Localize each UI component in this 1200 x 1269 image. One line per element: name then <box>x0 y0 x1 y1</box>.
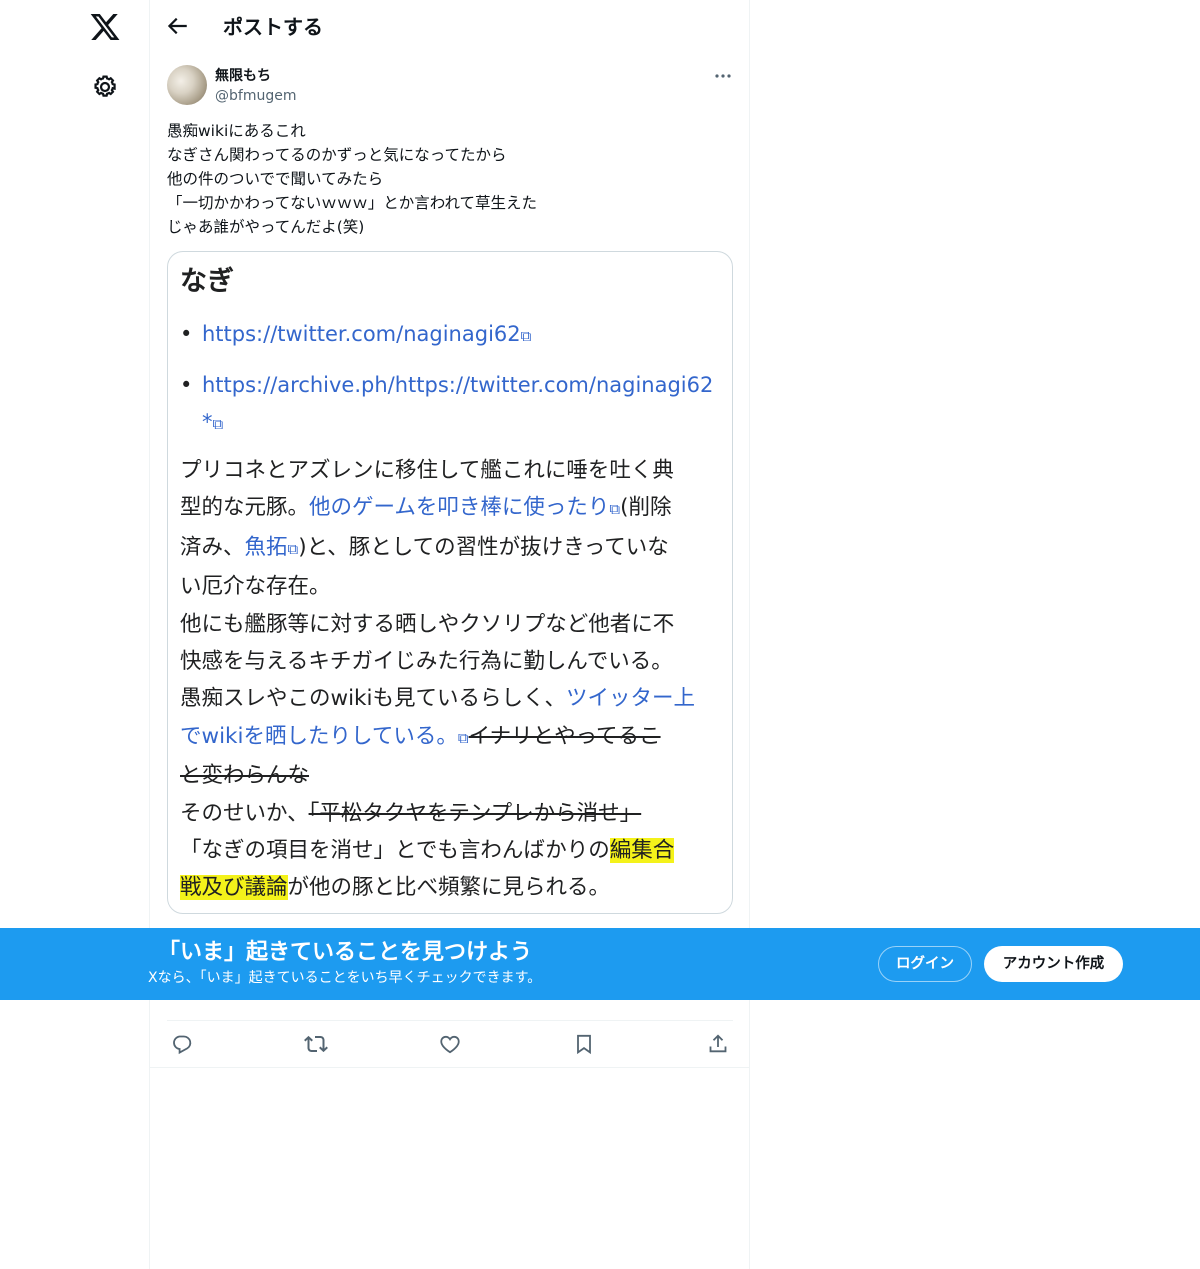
wiki-line: い厄介な存在。 <box>180 568 720 605</box>
create-account-button[interactable]: アカウント作成 <box>984 946 1123 982</box>
banner-title: 「いま」起きていることを見つけよう <box>158 940 533 965</box>
main-column: ポストする 無限もち @bfmugem 愚痴wikiにあるこれ なぎさん関わって… <box>149 0 750 1269</box>
wiki-link: https://twitter.com/naginagi62 <box>202 322 521 346</box>
wiki-strike-text: 「平松タクヤをテンプレから消せ」 <box>308 800 642 826</box>
wiki-line: 愚痴スレやこのwikiも見ているらしく、ツイッター上 <box>180 680 720 717</box>
gear-icon[interactable] <box>91 73 119 101</box>
wiki-text: (削除 <box>620 495 672 521</box>
wiki-text: 他にも艦豚等に対する晒しやクソリプなど他者に不 <box>180 611 675 637</box>
external-link-icon: ⧉ <box>212 415 224 433</box>
left-rail <box>0 0 149 1269</box>
banner-subtitle: Xなら、「いま」起きていることをいち早くチェックできます。 <box>148 970 542 986</box>
login-banner: 「いま」起きていることを見つけよう Xなら、「いま」起きていることをいち早くチェ… <box>0 928 1200 1000</box>
external-link-icon: ⧉ <box>287 539 299 558</box>
wiki-line: 他にも艦豚等に対する晒しやクソリプなど他者に不 <box>180 606 720 643</box>
wiki-heading: なぎ <box>180 266 234 297</box>
wiki-highlight-text: 戦及び議論 <box>180 875 288 901</box>
post-text-line: 他の件のついでで聞いてみたら <box>167 170 384 188</box>
share-icon[interactable] <box>706 1032 730 1056</box>
wiki-line: 快感を与えるキチガイじみた行為に勤しんでいる。 <box>180 643 720 680</box>
bullet: • <box>180 373 193 397</box>
wiki-line: 「なぎの項目を消せ」とでも言わんばかりの編集合 <box>180 832 720 869</box>
post-media-image[interactable]: なぎ • https://twitter.com/naginagi62⧉ • htt… <box>167 251 733 914</box>
post-text-line: じゃあ誰がやってんだよ(笑) <box>167 218 365 236</box>
wiki-link: https://archive.ph/https://twitter.com/n… <box>202 373 714 397</box>
wiki-link-item: *⧉ <box>180 404 223 443</box>
action-bar-divider <box>167 1020 733 1021</box>
wiki-text: プリコネとアズレンに移住して艦これに唾を吐く典 <box>180 458 674 483</box>
wiki-strike-text: と変わらんな <box>180 763 310 789</box>
x-logo-icon[interactable] <box>89 11 121 43</box>
external-link-icon: ⧉ <box>520 327 532 345</box>
external-link-icon: ⧉ <box>457 728 469 747</box>
wiki-link: 魚拓 <box>244 534 288 560</box>
back-arrow-icon[interactable] <box>164 13 190 39</box>
wiki-body: プリコネとアズレンに移住して艦これに唾を吐く典 型的な元豚。他のゲームを叩き棒に… <box>180 452 720 907</box>
post-bottom-divider <box>150 1067 749 1068</box>
post-text-line: なぎさん関わってるのかずっと気になってたから <box>167 146 507 164</box>
wiki-line: そのせいか、「平松タクヤをテンプレから消せ」 <box>180 795 720 832</box>
repost-icon[interactable] <box>304 1032 328 1056</box>
wiki-text: い厄介な存在。 <box>180 574 331 600</box>
author-handle[interactable]: @bfmugem <box>215 86 296 106</box>
wiki-line: 型的な元豚。他のゲームを叩き棒に使ったり⧉(削除 <box>180 489 720 528</box>
wiki-link-item: • https://archive.ph/https://twitter.com/… <box>180 367 713 404</box>
wiki-text: が他の豚と比べ頻繁に見られる。 <box>287 875 611 901</box>
wiki-line: 済み、魚拓⧉)と、豚としての習性が抜けきっていな <box>180 529 720 568</box>
wiki-text: 型的な元豚。 <box>180 495 310 521</box>
more-dots-icon[interactable] <box>711 64 735 88</box>
post-text-line: 「一切かかわってないｗｗｗ」とか言われて草生えた <box>167 194 537 212</box>
like-icon[interactable] <box>438 1032 462 1056</box>
post-text-line: 愚痴wikiにあるこれ <box>167 122 306 140</box>
wiki-link: * <box>202 410 213 434</box>
wiki-line: プリコネとアズレンに移住して艦これに唾を吐く典 <box>180 452 720 489</box>
wiki-highlight-text: 編集合 <box>609 838 675 864</box>
top-bar: ポストする <box>150 0 749 53</box>
wiki-line: と変わらんな <box>180 757 720 794</box>
wiki-link: ツイッター上 <box>565 686 695 712</box>
page-title: ポストする <box>223 15 323 39</box>
wiki-text: 「なぎの項目を消せ」とでも言わんばかりの <box>180 838 610 864</box>
wiki-link: 他のゲームを叩き棒に使ったり <box>309 495 610 521</box>
wiki-line: でwikiを晒したりしている。⧉イナリとやってるこ <box>180 718 720 757</box>
wiki-text: 済み、 <box>180 534 245 560</box>
post-text: 愚痴wikiにあるこれ なぎさん関わってるのかずっと気になってたから 他の件のつ… <box>167 119 727 239</box>
login-button[interactable]: ログイン <box>878 946 972 982</box>
wiki-link: でwikiを晒したりしている。 <box>180 723 458 749</box>
wiki-text: そのせいか、 <box>180 800 309 826</box>
bullet: • <box>180 322 193 346</box>
wiki-text: 快感を与えるキチガイじみた行為に勤しんでいる。 <box>180 649 673 675</box>
wiki-line: 戦及び議論が他の豚と比べ頻繁に見られる。 <box>180 869 720 906</box>
wiki-strike-text: イナリとやってるこ <box>468 723 661 749</box>
bookmark-icon[interactable] <box>572 1032 596 1056</box>
wiki-text: )と、豚としての習性が抜けきっていな <box>298 534 669 560</box>
author-display-name[interactable]: 無限もち <box>215 66 271 86</box>
external-link-icon: ⧉ <box>609 500 621 519</box>
wiki-text: 愚痴スレやこのwikiも見ているらしく、 <box>180 686 566 712</box>
wiki-link-item: • https://twitter.com/naginagi62⧉ <box>180 316 531 355</box>
avatar[interactable] <box>167 65 207 105</box>
reply-icon[interactable] <box>170 1032 194 1056</box>
